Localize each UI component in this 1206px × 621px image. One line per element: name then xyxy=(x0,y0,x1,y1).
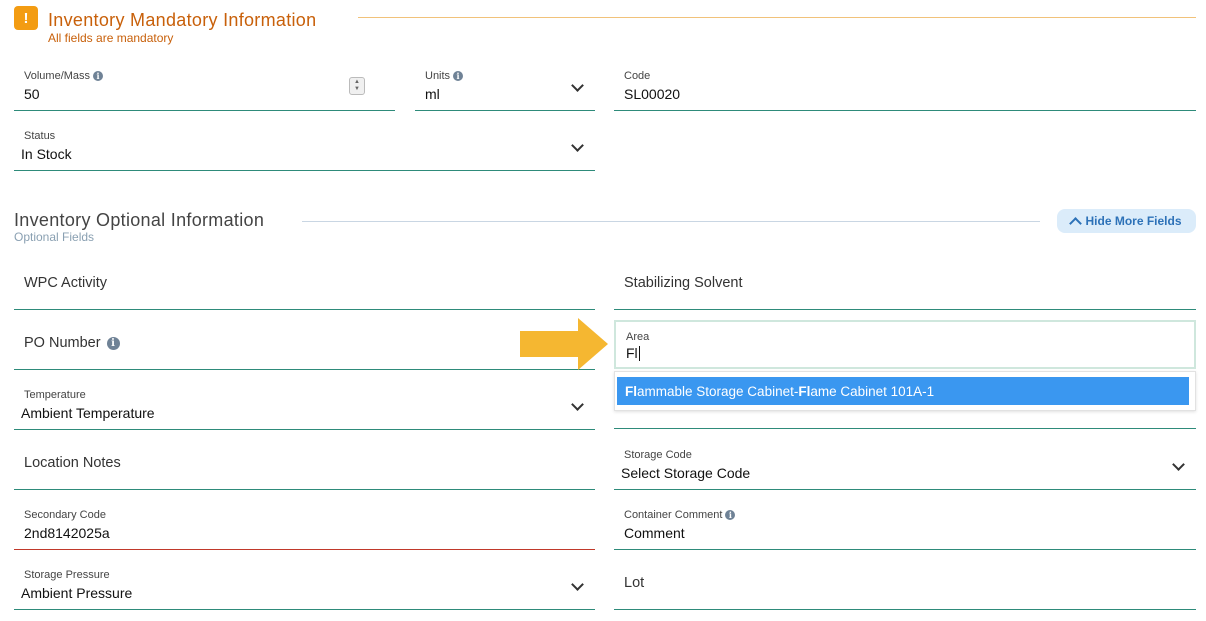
option-text: ammable Storage Cabinet- xyxy=(637,383,799,399)
area-input[interactable]: Area Fl xyxy=(614,320,1196,369)
spinner-icon[interactable]: ▲ ▼ xyxy=(349,77,365,95)
status-value: In Stock xyxy=(21,146,72,162)
section-divider xyxy=(358,17,1196,18)
container-comment-value: Comment xyxy=(624,525,685,541)
code-label: Code xyxy=(624,70,651,82)
volume-mass-field[interactable]: Volume/Mass i 50 ▲ ▼ xyxy=(14,63,395,111)
chevron-up-icon xyxy=(1069,216,1083,230)
area-label: Area xyxy=(626,331,650,343)
wpc-activity-label: WPC Activity xyxy=(24,275,107,291)
container-comment-field[interactable]: Container Comment i Comment xyxy=(614,502,1196,550)
info-icon[interactable]: i xyxy=(106,336,120,350)
wpc-activity-field[interactable]: WPC Activity xyxy=(14,262,595,310)
po-number-label-text: PO Number xyxy=(24,335,101,351)
units-label-text: Units xyxy=(425,70,451,82)
code-field[interactable]: Code SL00020 xyxy=(614,63,1196,111)
info-icon[interactable]: i xyxy=(725,510,736,520)
lot-field[interactable]: Lot xyxy=(614,562,1196,610)
stabilizing-solvent-label: Stabilizing Solvent xyxy=(624,275,743,291)
chevron-down-icon[interactable] xyxy=(571,398,584,411)
chevron-down-icon[interactable] xyxy=(571,79,584,92)
po-number-label: PO Number i xyxy=(24,335,120,351)
info-icon[interactable]: i xyxy=(93,71,104,81)
stabilizing-solvent-field[interactable]: Stabilizing Solvent xyxy=(614,262,1196,310)
hide-more-fields-button[interactable]: Hide More Fields xyxy=(1057,209,1196,233)
area-suggestions: Fl ammable Storage Cabinet- Fl ame Cabinet … xyxy=(614,371,1196,411)
storage-pressure-select[interactable]: Storage Pressure Ambient Pressure xyxy=(14,562,595,610)
optional-section-subtitle: Optional Fields xyxy=(14,230,95,244)
option-text: ame Cabinet 101A-1 xyxy=(810,383,935,399)
optional-section-title: Inventory Optional Information xyxy=(14,210,265,230)
area-option[interactable]: Fl ammable Storage Cabinet- Fl ame Cabinet … xyxy=(617,377,1189,405)
container-comment-label-text: Container Comment xyxy=(624,509,723,521)
hide-more-fields-label: Hide More Fields xyxy=(1085,214,1182,228)
status-label: Status xyxy=(24,130,56,142)
location-notes-field[interactable]: Location Notes xyxy=(14,442,595,490)
area-field-underline xyxy=(614,428,1196,429)
po-number-field[interactable]: PO Number i xyxy=(14,322,595,370)
units-value: ml xyxy=(425,86,440,102)
mandatory-section-title: Inventory Mandatory Information xyxy=(48,10,317,30)
chevron-down-icon[interactable] xyxy=(571,139,584,152)
secondary-code-value: 2nd8142025a xyxy=(24,525,110,541)
storage-pressure-label: Storage Pressure xyxy=(24,569,110,581)
storage-code-select[interactable]: Storage Code Select Storage Code xyxy=(614,442,1196,490)
storage-pressure-value: Ambient Pressure xyxy=(21,585,133,601)
match-highlight: Fl xyxy=(798,383,811,399)
info-icon[interactable]: i xyxy=(453,71,464,81)
temperature-value: Ambient Temperature xyxy=(21,405,155,421)
units-select[interactable]: Units i ml xyxy=(415,63,595,111)
text-caret xyxy=(638,345,640,361)
section-divider xyxy=(302,221,1040,222)
temperature-label: Temperature xyxy=(24,389,86,401)
area-typed-text: Fl xyxy=(626,345,638,361)
volume-mass-label: Volume/Mass i xyxy=(24,70,104,82)
container-comment-label: Container Comment i xyxy=(624,509,736,521)
units-label: Units i xyxy=(425,70,464,82)
warning-icon: ! xyxy=(14,6,38,30)
secondary-code-label: Secondary Code xyxy=(24,509,106,521)
lot-label: Lot xyxy=(624,575,645,591)
match-highlight: Fl xyxy=(625,383,637,399)
volume-mass-value: 50 xyxy=(24,86,40,102)
storage-code-value: Select Storage Code xyxy=(621,465,751,481)
chevron-down-icon[interactable] xyxy=(1172,458,1185,471)
mandatory-section-subtitle: All fields are mandatory xyxy=(48,31,174,45)
location-notes-label: Location Notes xyxy=(24,455,121,471)
code-value: SL00020 xyxy=(624,86,681,102)
area-input-value: Fl xyxy=(626,345,640,361)
chevron-down-icon[interactable] xyxy=(571,578,584,591)
temperature-select[interactable]: Temperature Ambient Temperature xyxy=(14,382,595,430)
arrow-right-icon xyxy=(520,318,608,370)
secondary-code-field[interactable]: Secondary Code 2nd8142025a xyxy=(14,502,595,550)
status-select[interactable]: Status In Stock xyxy=(14,123,595,171)
storage-code-label: Storage Code xyxy=(624,449,692,461)
volume-mass-label-text: Volume/Mass xyxy=(24,70,91,82)
